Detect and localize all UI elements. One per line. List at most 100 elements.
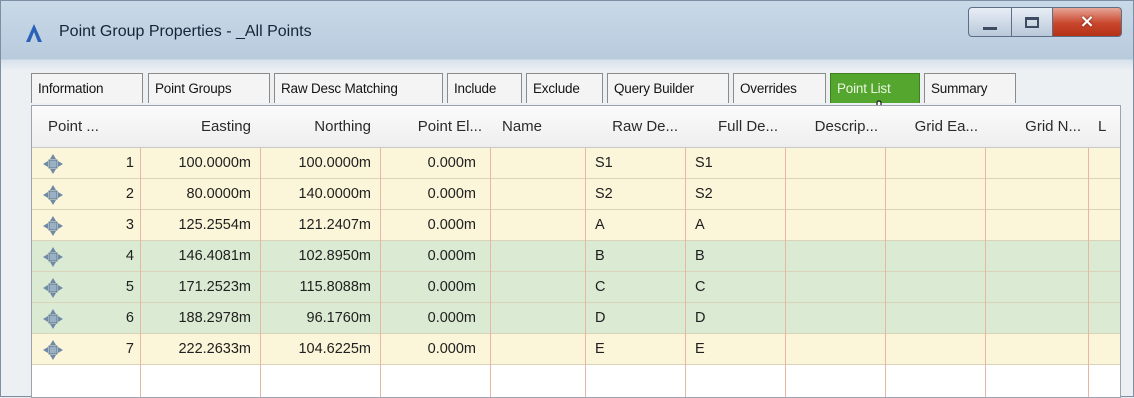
tab-summary[interactable]: Summary [924,73,1016,103]
cell-name[interactable] [492,303,584,333]
cell-full-description[interactable]: E [687,334,782,364]
cell-point-elevation[interactable]: 0.000m [382,179,482,209]
col-header-l[interactable]: L [1092,106,1120,148]
cell-point-number[interactable]: 1 [68,148,140,178]
column-divider [985,148,986,397]
table-row[interactable]: 2 80.0000m 140.0000m 0.000m S2 S2 [32,179,1120,210]
tab-query-builder[interactable]: Query Builder [607,73,729,103]
cogo-point-icon [42,246,64,268]
column-divider [585,148,586,397]
cell-point-elevation[interactable]: 0.000m [382,241,482,271]
tab-point-groups[interactable]: Point Groups [148,73,270,103]
cell-point-number[interactable]: 5 [68,272,140,302]
cell-raw-description[interactable]: A [587,210,682,240]
cell-easting[interactable]: 146.4081m [142,241,257,271]
column-divider [885,148,886,397]
cell-easting[interactable]: 125.2554m [142,210,257,240]
column-divider [380,148,381,397]
cell-point-elevation[interactable]: 0.000m [382,334,482,364]
table-row[interactable]: 7 222.2633m 104.6225m 0.000m E E [32,334,1120,365]
col-header-description[interactable]: Descrip... [785,106,884,148]
cell-point-number[interactable]: 7 [68,334,140,364]
col-header-point[interactable]: Point ... [32,106,132,148]
cell-point-number[interactable]: 3 [68,210,140,240]
cell-point-elevation[interactable]: 0.000m [382,148,482,178]
cell-raw-description[interactable]: B [587,241,682,271]
cell-northing[interactable]: 96.1760m [262,303,377,333]
cell-northing[interactable]: 104.6225m [262,334,377,364]
tab-include[interactable]: Include [447,73,522,103]
cell-name[interactable] [492,272,584,302]
cell-full-description[interactable]: C [687,272,782,302]
minimize-icon [983,26,997,30]
cell-point-number[interactable]: 4 [68,241,140,271]
tab-overrides[interactable]: Overrides [733,73,826,103]
column-divider [490,148,491,397]
cell-name[interactable] [492,210,584,240]
cell-raw-description[interactable]: C [587,272,682,302]
cell-raw-description[interactable]: E [587,334,682,364]
col-header-name[interactable]: Name [492,106,584,148]
column-divider [785,148,786,397]
grid-header: Point ... Easting Northing Point El... N… [32,106,1120,148]
civil3d-app-icon [25,23,45,45]
cogo-point-icon [42,215,64,237]
window-title: Point Group Properties - _All Points [59,23,312,40]
cell-point-elevation[interactable]: 0.000m [382,272,482,302]
table-row[interactable]: 6 188.2978m 96.1760m 0.000m D D [32,303,1120,334]
cell-full-description[interactable]: A [687,210,782,240]
cell-northing[interactable]: 102.8950m [262,241,377,271]
col-header-point-elevation[interactable]: Point El... [382,106,488,148]
cell-full-description[interactable]: S1 [687,148,782,178]
point-group-properties-window: Point Group Properties - _All Points × I… [0,0,1134,398]
close-button[interactable]: × [1052,7,1122,37]
cell-name[interactable] [492,334,584,364]
cogo-point-icon [42,153,64,175]
minimize-button[interactable] [968,7,1012,37]
cell-northing[interactable]: 115.8088m [262,272,377,302]
col-header-northing[interactable]: Northing [262,106,377,148]
tab-information[interactable]: Information [31,73,143,103]
table-row[interactable]: 5 171.2523m 115.8088m 0.000m C C [32,272,1120,303]
cell-easting[interactable]: 100.0000m [142,148,257,178]
col-header-raw-description[interactable]: Raw De... [585,106,684,148]
table-row[interactable]: 4 146.4081m 102.8950m 0.000m B B [32,241,1120,272]
cell-full-description[interactable]: B [687,241,782,271]
col-header-grid-northing[interactable]: Grid N... [985,106,1087,148]
table-row[interactable]: 3 125.2554m 121.2407m 0.000m A A [32,210,1120,241]
cell-easting[interactable]: 188.2978m [142,303,257,333]
cell-northing[interactable]: 121.2407m [262,210,377,240]
cell-easting[interactable]: 171.2523m [142,272,257,302]
tab-exclude[interactable]: Exclude [526,73,603,103]
col-header-easting[interactable]: Easting [142,106,257,148]
cell-full-description[interactable]: S2 [687,179,782,209]
cell-full-description[interactable]: D [687,303,782,333]
cell-point-number[interactable]: 6 [68,303,140,333]
cell-raw-description[interactable]: S1 [587,148,682,178]
col-header-full-description[interactable]: Full De... [685,106,784,148]
tab-raw-desc-matching[interactable]: Raw Desc Matching [274,73,443,103]
cell-northing[interactable]: 140.0000m [262,179,377,209]
col-header-grid-easting[interactable]: Grid Ea... [885,106,984,148]
column-divider [140,148,141,397]
table-row[interactable]: 1 100.0000m 100.0000m 0.000m S1 S1 [32,148,1120,179]
cogo-point-icon [42,308,64,330]
cell-point-elevation[interactable]: 0.000m [382,303,482,333]
title-bar[interactable]: Point Group Properties - _All Points × [1,1,1133,59]
cell-raw-description[interactable]: S2 [587,179,682,209]
cell-easting[interactable]: 80.0000m [142,179,257,209]
cell-easting[interactable]: 222.2633m [142,334,257,364]
cell-raw-description[interactable]: D [587,303,682,333]
cell-point-elevation[interactable]: 0.000m [382,210,482,240]
cell-northing[interactable]: 100.0000m [262,148,377,178]
cogo-point-icon [42,277,64,299]
cell-name[interactable] [492,148,584,178]
cogo-point-icon [42,339,64,361]
maximize-button[interactable] [1011,7,1053,37]
close-icon: × [1079,11,1095,32]
cell-name[interactable] [492,241,584,271]
cell-point-number[interactable]: 2 [68,179,140,209]
cogo-point-icon [42,184,64,206]
cell-name[interactable] [492,179,584,209]
maximize-icon [1025,16,1039,28]
